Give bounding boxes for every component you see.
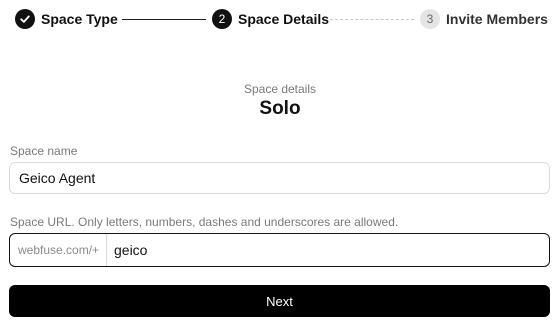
space-name-label: Space name	[10, 144, 78, 158]
space-url-value: geico	[114, 242, 148, 258]
url-prefix: webfuse.com/+	[10, 234, 107, 266]
step-connector-complete	[122, 19, 206, 20]
step-space-details[interactable]: 2 Space Details	[212, 8, 329, 30]
step-label: Invite Members	[446, 11, 548, 27]
section-subtitle: Space details	[243, 82, 317, 96]
space-details-page: Space Type 2 Space Details 3 Invite Memb…	[0, 0, 560, 327]
space-url-input[interactable]: geico	[107, 234, 549, 266]
step-invite-members[interactable]: 3 Invite Members	[420, 8, 548, 30]
step-number: 2	[212, 9, 232, 29]
step-space-type[interactable]: Space Type	[15, 8, 118, 30]
step-label: Space Type	[41, 11, 118, 27]
next-button[interactable]: Next	[9, 285, 550, 317]
space-name-input[interactable]: Geico Agent	[9, 162, 550, 194]
space-name-value: Geico Agent	[19, 170, 96, 186]
step-number: 3	[420, 9, 440, 29]
check-icon	[15, 9, 35, 29]
stepper: Space Type 2 Space Details 3 Invite Memb…	[15, 8, 550, 30]
page-title: Solo	[259, 98, 301, 119]
space-url-label: Space URL. Only letters, numbers, dashes…	[10, 215, 399, 229]
step-label: Space Details	[238, 11, 330, 27]
step-connector-pending	[330, 19, 414, 20]
space-url-field: webfuse.com/+ geico	[9, 233, 550, 267]
